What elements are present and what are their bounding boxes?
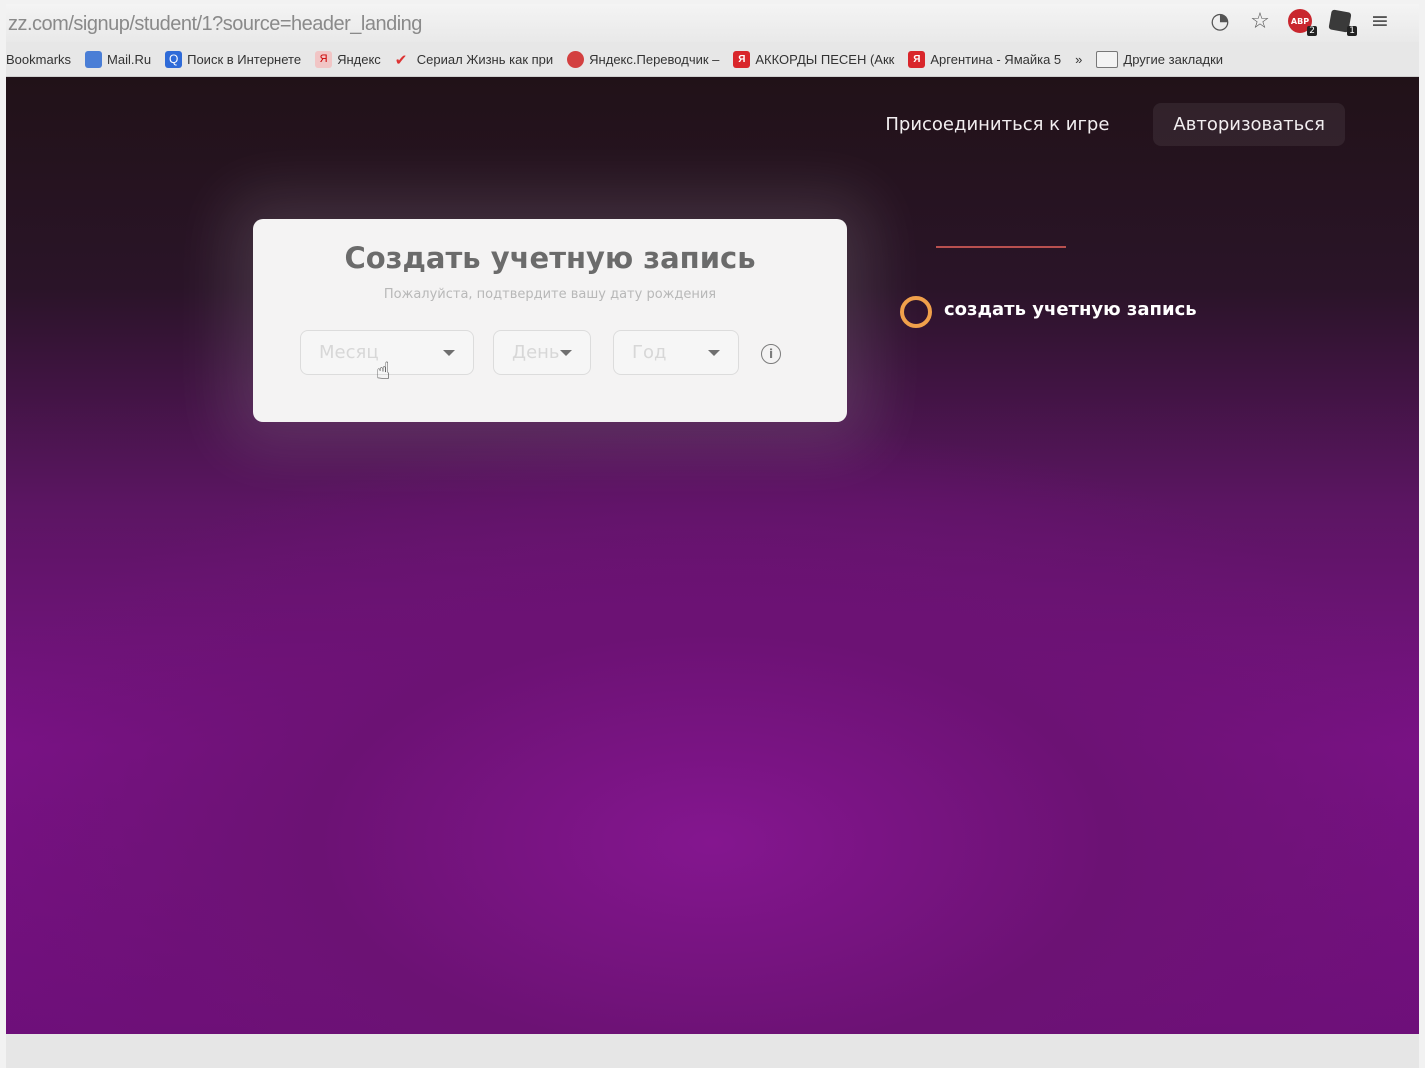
bookmark-label: Сериал Жизнь как при bbox=[416, 51, 554, 67]
completed-step-line bbox=[936, 246, 1066, 248]
bookmark-yandex[interactable]: Я Яндекс bbox=[315, 50, 381, 68]
menu-icon[interactable]: ≡ bbox=[1367, 8, 1393, 34]
bookmarks-overflow[interactable]: » bbox=[1075, 52, 1082, 67]
bookmark-label: Mail.Ru bbox=[107, 51, 152, 67]
bookmark-label: АККОРДЫ ПЕСЕН (Акк bbox=[755, 51, 895, 67]
step-label-create-account: создать учетную запись bbox=[944, 299, 1197, 320]
bookmark-label: Аргентина - Ямайка 5 bbox=[930, 51, 1062, 67]
os-taskbar bbox=[6, 1034, 1419, 1068]
bookmark-label: Поиск в Интернете bbox=[187, 51, 302, 67]
bookmark-mailru[interactable]: Mail.Ru bbox=[85, 50, 152, 68]
chords-icon: Я bbox=[733, 50, 751, 68]
overflow-chevron-icon: » bbox=[1075, 51, 1083, 67]
year-select[interactable]: Год bbox=[613, 330, 739, 375]
signup-card: Создать учетную запись Пожалуйста, подтв… bbox=[253, 219, 847, 422]
year-placeholder: Год bbox=[632, 342, 667, 363]
login-button[interactable]: Авторизоваться bbox=[1153, 103, 1345, 146]
bookmark-bookmarks[interactable]: Bookmarks bbox=[6, 52, 71, 67]
hand-cursor-icon: ☝ bbox=[376, 357, 391, 385]
card-subtitle: Пожалуйста, подтвердите вашу дату рожден… bbox=[383, 287, 717, 302]
signup-page: Присоединиться к игре Авторизоваться Соз… bbox=[6, 77, 1419, 1034]
bookmark-argentina[interactable]: Я Аргентина - Ямайка 5 bbox=[908, 50, 1062, 68]
bookmarks-bar: Bookmarks Mail.Ru Q Поиск в Интернете Я Ян… bbox=[6, 42, 1419, 77]
browser-address-bar[interactable]: zz.com/signup/student/1?source=header_la… bbox=[6, 4, 1419, 42]
info-icon[interactable]: i bbox=[761, 344, 781, 364]
extension-cube-icon[interactable]: 1 bbox=[1327, 8, 1357, 36]
yandex-icon: Я bbox=[315, 50, 333, 68]
bookmark-label: Яндекс.Переводчик – bbox=[589, 51, 720, 67]
monitor-screen: zz.com/signup/student/1?source=header_la… bbox=[6, 4, 1419, 1034]
top-nav: Присоединиться к игре Авторизоваться bbox=[885, 103, 1345, 146]
adblock-badge: 2 bbox=[1307, 26, 1317, 36]
chevron-down-icon bbox=[560, 350, 572, 356]
browser-toolbar-icons: ◔ ☆ ABP 2 1 ≡ bbox=[1207, 8, 1393, 36]
day-placeholder: День bbox=[512, 342, 560, 363]
star-icon[interactable]: ☆ bbox=[1247, 8, 1273, 34]
bookmark-other[interactable]: Другие закладки bbox=[1096, 50, 1224, 68]
join-game-link[interactable]: Присоединиться к игре bbox=[885, 114, 1109, 135]
bookmark-label: Bookmarks bbox=[6, 51, 72, 67]
step-circle-icon bbox=[900, 296, 932, 328]
adblock-icon[interactable]: ABP 2 bbox=[1287, 8, 1317, 36]
extension-badge: 1 bbox=[1347, 26, 1357, 36]
folder-icon bbox=[1096, 50, 1119, 68]
url-text[interactable]: zz.com/signup/student/1?source=header_la… bbox=[8, 13, 422, 36]
bookmark-translator[interactable]: Яндекс.Переводчик – bbox=[567, 50, 720, 68]
bookmark-search[interactable]: Q Поиск в Интернете bbox=[165, 50, 302, 68]
bookmark-label: Яндекс bbox=[337, 51, 381, 67]
bookmark-serial[interactable]: ✔ Сериал Жизнь как при bbox=[394, 51, 554, 69]
translator-icon bbox=[567, 50, 585, 68]
serial-icon: ✔ bbox=[394, 51, 408, 69]
translate-icon[interactable]: ◔ bbox=[1207, 8, 1233, 34]
chevron-down-icon bbox=[708, 350, 720, 356]
search-icon: Q bbox=[165, 50, 183, 68]
chords-icon: Я bbox=[908, 50, 926, 68]
bookmark-chords[interactable]: Я АККОРДЫ ПЕСЕН (Акк bbox=[733, 50, 895, 68]
bookmark-label: Другие закладки bbox=[1123, 51, 1224, 67]
mail-icon bbox=[85, 50, 103, 68]
card-title: Создать учетную запись bbox=[344, 241, 756, 275]
chevron-down-icon bbox=[443, 350, 455, 356]
month-placeholder: Месяц bbox=[319, 342, 379, 363]
day-select[interactable]: День bbox=[493, 330, 591, 375]
